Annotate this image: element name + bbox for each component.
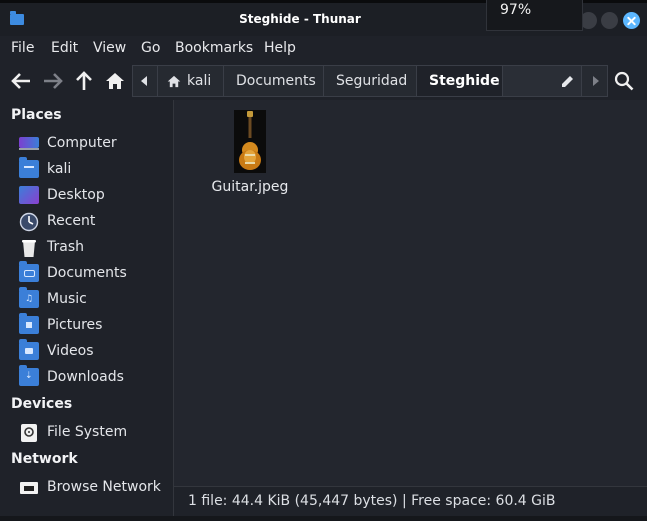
file-manager-window: Steghide - Thunar 97% File Edit View Go … (0, 0, 647, 521)
documents-folder-icon (19, 261, 39, 282)
path-segment-label: kali (187, 73, 212, 89)
sidebar-item-desktop[interactable]: Desktop (19, 184, 169, 206)
up-arrow-icon[interactable] (73, 70, 95, 92)
network-icon (19, 478, 39, 496)
back-arrow-icon[interactable] (10, 70, 32, 92)
home-icon[interactable] (104, 70, 126, 92)
sidebar-item-kali[interactable]: kali (19, 157, 169, 180)
file-view[interactable]: Guitar.jpeg (174, 100, 647, 486)
path-edit-area[interactable] (503, 66, 581, 96)
maximize-button[interactable] (601, 12, 618, 29)
desktop-folder-icon (19, 186, 39, 204)
sidebar-item-label: Computer (47, 135, 117, 151)
path-scroll-left-icon[interactable] (133, 66, 158, 96)
toolbar: kali Documents Seguridad Steghide (0, 62, 647, 100)
volume-osd: 97% (486, 0, 583, 31)
sidebar-item-music[interactable]: ♫ Music (19, 287, 169, 310)
music-folder-icon: ♫ (19, 287, 39, 308)
close-button[interactable] (623, 12, 640, 29)
sidebar-item-label: Desktop (47, 187, 105, 203)
drive-icon (19, 423, 39, 442)
menu-bar: File Edit View Go Bookmarks Help (0, 36, 647, 62)
file-name: Guitar.jpeg (211, 179, 289, 195)
clock-icon (19, 212, 39, 232)
forward-arrow-icon[interactable] (42, 70, 64, 92)
sidebar-item-computer[interactable]: Computer (19, 132, 169, 154)
pictures-folder-icon (19, 313, 39, 334)
path-segment-steghide[interactable]: Steghide (417, 66, 503, 96)
menu-help[interactable]: Help (264, 40, 296, 56)
sidebar: Places Computer kali Desktop Recent Tras… (0, 100, 174, 521)
downloads-folder-icon: ⇣ (19, 365, 39, 386)
sidebar-item-label: Recent (47, 213, 96, 229)
sidebar-item-videos[interactable]: Videos (19, 339, 169, 362)
computer-icon (19, 134, 39, 152)
menu-file[interactable]: File (11, 40, 34, 56)
sidebar-item-label: Music (47, 291, 87, 307)
file-item[interactable]: Guitar.jpeg (210, 110, 290, 195)
window-bottom-edge (0, 516, 647, 521)
sidebar-item-browse-network[interactable]: Browse Network (19, 476, 169, 498)
trash-icon (19, 238, 39, 257)
pencil-icon[interactable] (561, 74, 575, 88)
sidebar-item-label: Browse Network (47, 479, 161, 495)
menu-view[interactable]: View (93, 40, 126, 56)
home-folder-icon (19, 157, 39, 178)
sidebar-item-label: Downloads (47, 369, 124, 385)
sidebar-item-label: Documents (47, 265, 127, 281)
menu-bookmarks[interactable]: Bookmarks (175, 40, 253, 56)
path-segment-label: Documents (236, 73, 316, 89)
sidebar-item-pictures[interactable]: Pictures (19, 313, 169, 336)
menu-edit[interactable]: Edit (51, 40, 78, 56)
home-icon (167, 75, 181, 87)
sidebar-item-documents[interactable]: Documents (19, 261, 169, 284)
places-heading: Places (11, 107, 62, 123)
sidebar-item-label: Pictures (47, 317, 103, 333)
sidebar-item-downloads[interactable]: ⇣ Downloads (19, 365, 169, 388)
videos-folder-icon (19, 339, 39, 360)
sidebar-item-file-system[interactable]: File System (19, 421, 169, 443)
sidebar-item-label: kali (47, 161, 72, 177)
sidebar-item-trash[interactable]: Trash (19, 236, 169, 258)
sidebar-item-recent[interactable]: Recent (19, 210, 169, 232)
devices-heading: Devices (11, 396, 73, 412)
path-bar: kali Documents Seguridad Steghide (132, 65, 608, 97)
status-text: 1 file: 44.4 KiB (45,447 bytes) | Free s… (188, 493, 556, 509)
search-icon[interactable] (613, 70, 635, 92)
network-heading: Network (11, 451, 78, 467)
sidebar-item-label: Videos (47, 343, 94, 359)
guitar-image-thumbnail (234, 110, 266, 173)
path-segment-label: Seguridad (336, 73, 408, 89)
path-segment-label: Steghide (429, 73, 500, 89)
path-scroll-right-icon[interactable] (581, 66, 607, 96)
osd-value: 97% (500, 2, 532, 18)
sidebar-item-label: File System (47, 424, 128, 440)
path-segment-documents[interactable]: Documents (224, 66, 324, 96)
sidebar-item-label: Trash (47, 239, 84, 255)
path-segment-seguridad[interactable]: Seguridad (324, 66, 417, 96)
path-segment-kali[interactable]: kali (158, 66, 224, 96)
status-bar: 1 file: 44.4 KiB (45,447 bytes) | Free s… (174, 486, 647, 516)
menu-go[interactable]: Go (141, 40, 160, 56)
